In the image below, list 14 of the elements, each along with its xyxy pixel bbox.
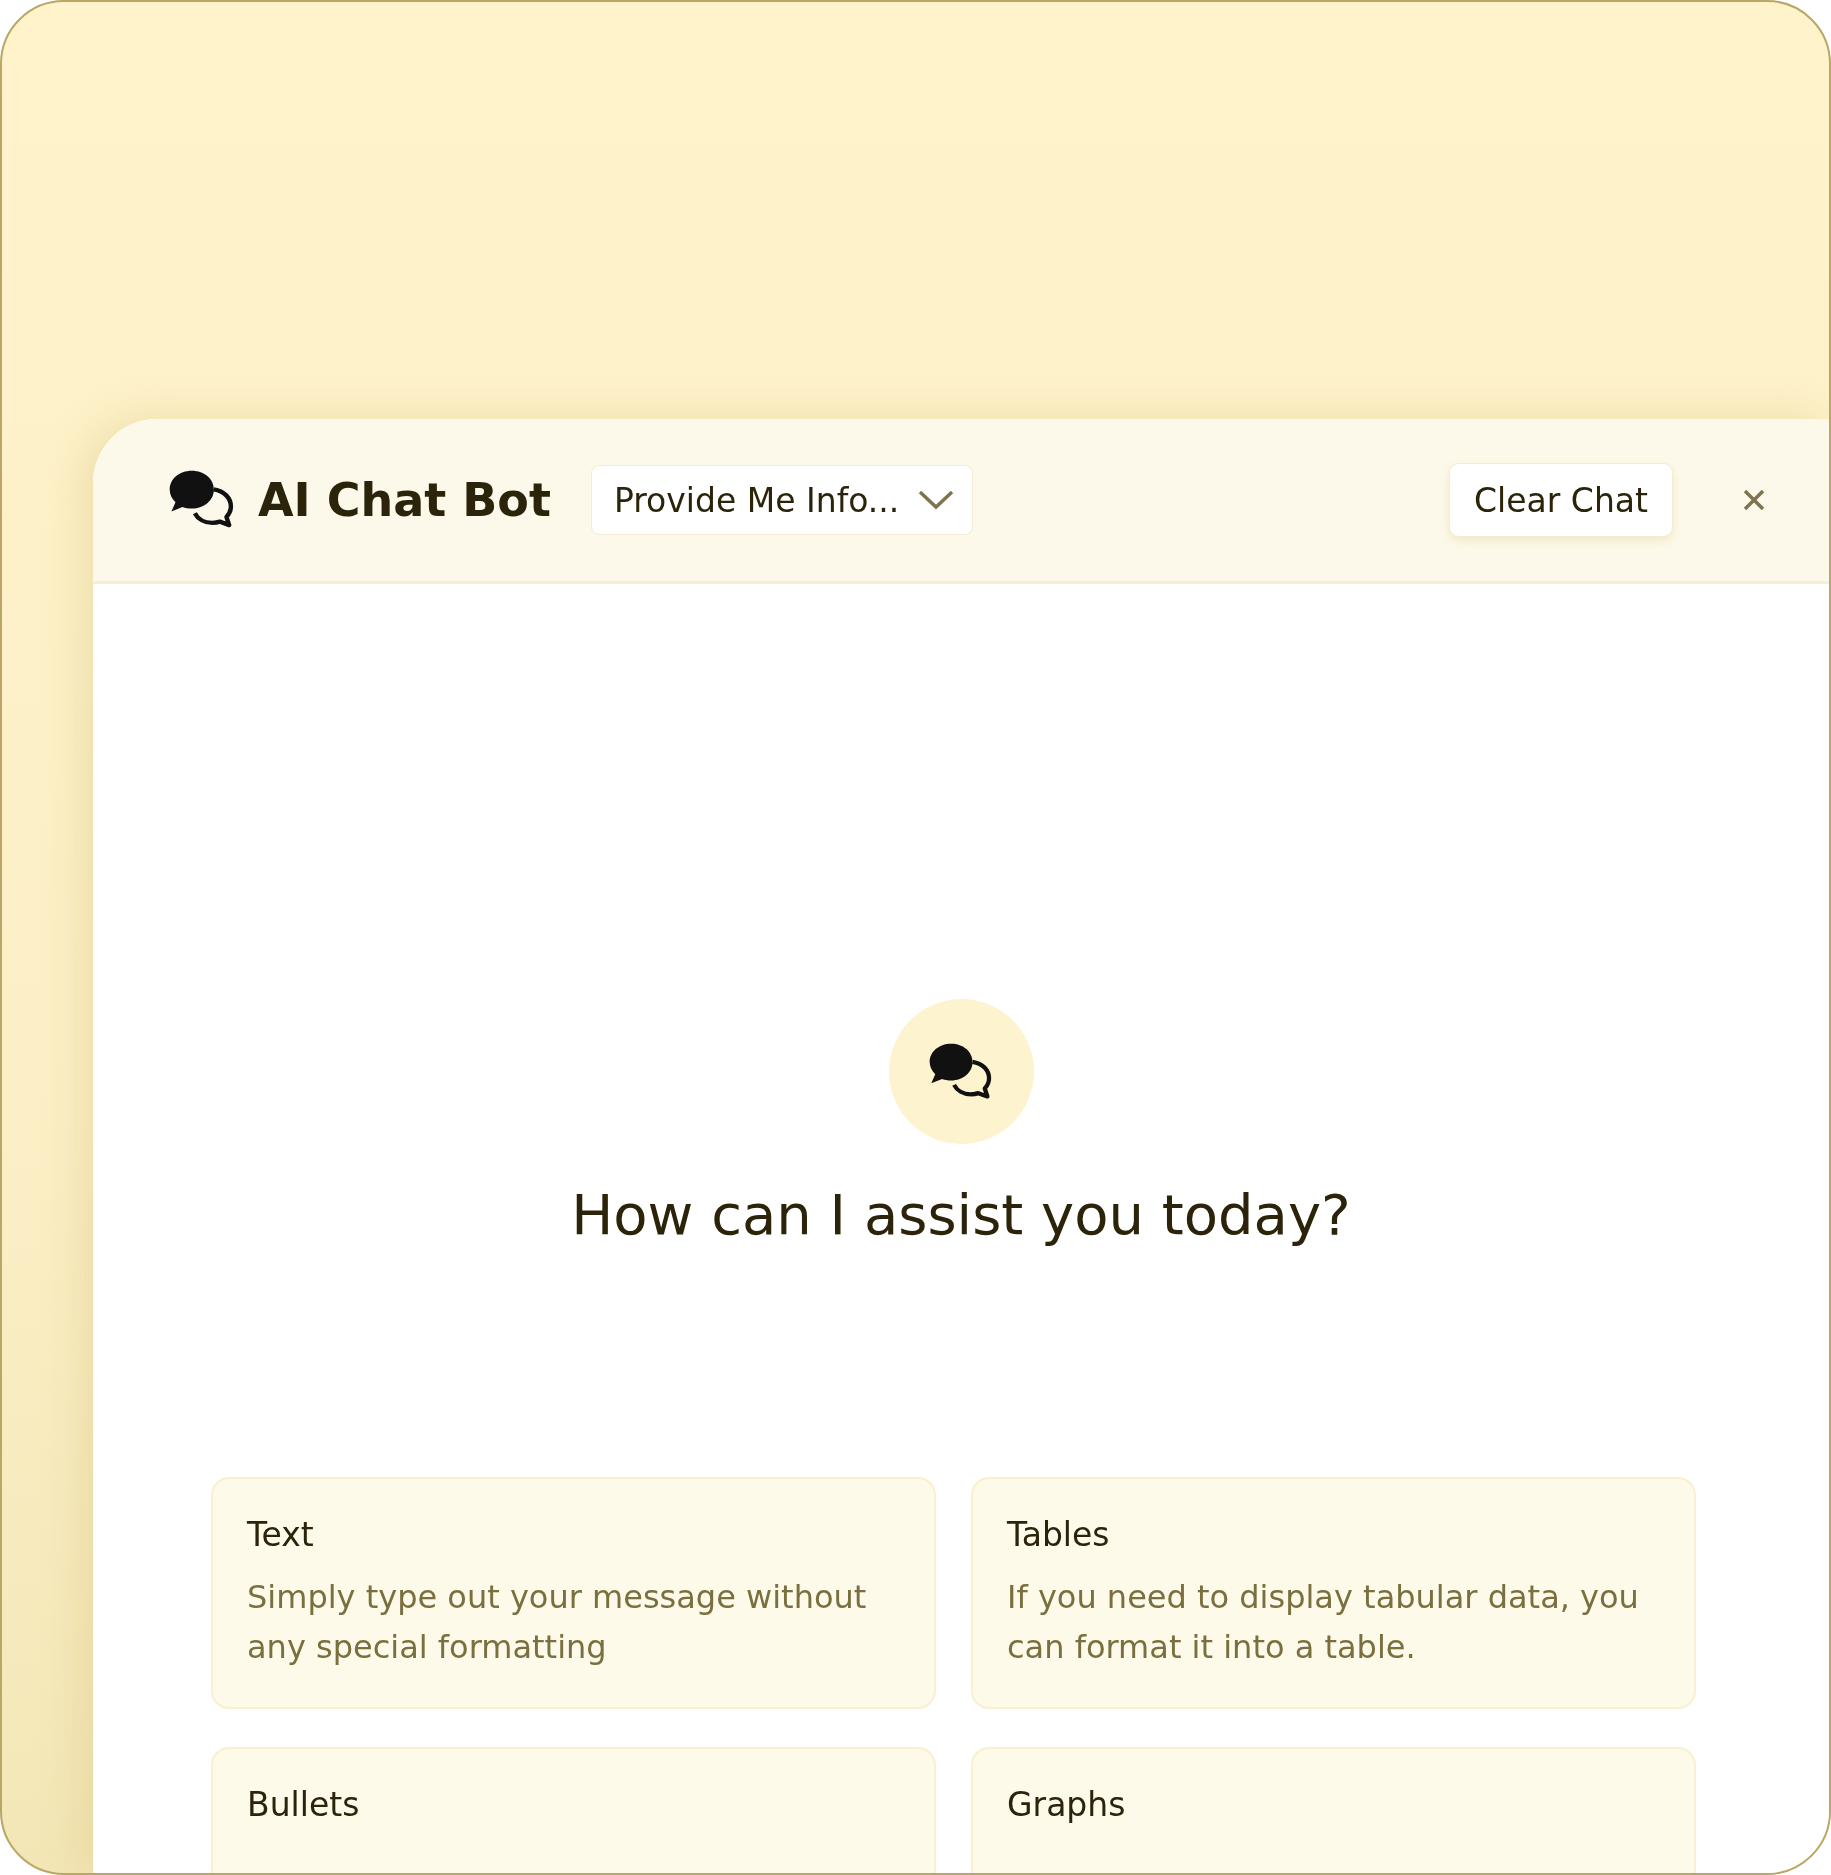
suggestion-card[interactable]: Text Simply type out your message without any special formatting	[211, 1477, 936, 1709]
welcome-heading: How can I assist you today?	[571, 1182, 1351, 1247]
card-title: Bullets	[247, 1785, 361, 1824]
suggestion-card[interactable]: Bullets	[211, 1747, 936, 1873]
card-title: Tables	[1007, 1515, 1111, 1554]
clear-chat-button[interactable]: Clear Chat	[1449, 463, 1673, 537]
suggestion-card[interactable]: Tables If you need to display tabular data, you can format it into a table.	[971, 1477, 1696, 1709]
suggestion-card[interactable]: Graphs	[971, 1747, 1696, 1873]
app-title: AI Chat Bot	[258, 473, 551, 527]
card-description: If you need to display tabular data, you can format it into a table.	[1007, 1577, 1640, 1668]
mode-dropdown[interactable]: Provide Me Info...	[590, 465, 973, 535]
card-description: Simply type out your message without any special formatting	[247, 1577, 868, 1668]
card-title: Graphs	[1007, 1785, 1127, 1824]
card-title: Text	[247, 1515, 315, 1554]
